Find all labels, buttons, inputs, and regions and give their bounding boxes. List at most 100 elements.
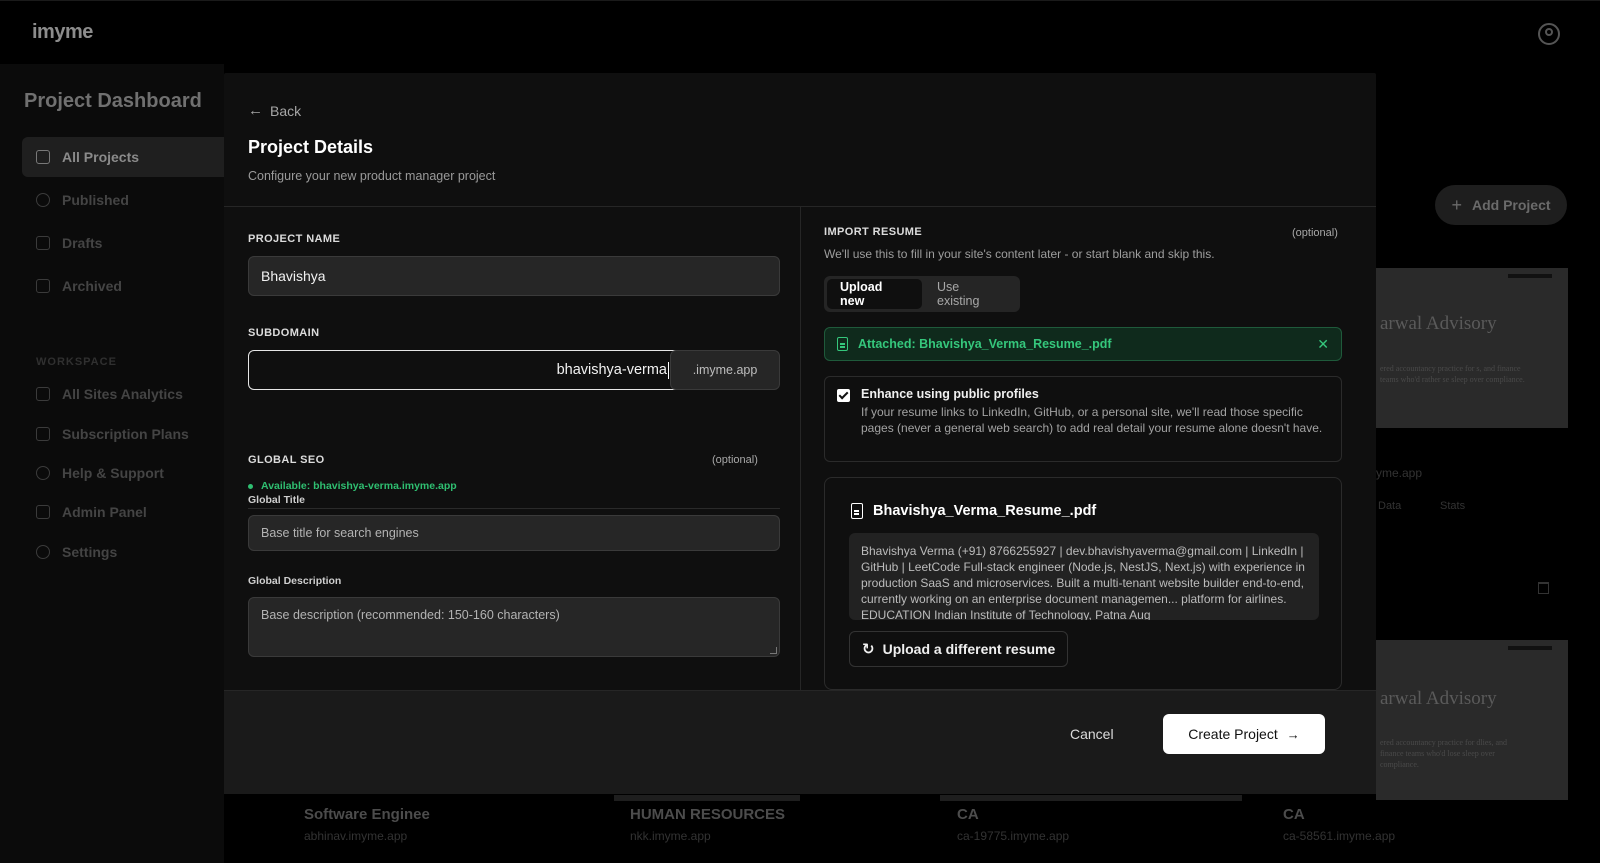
sidebar-item-drafts[interactable]: Drafts (22, 223, 224, 263)
top-bar: imyme (0, 0, 1600, 64)
sidebar-item-label: Drafts (62, 235, 103, 251)
thumbnail-nav-bar (1508, 274, 1552, 278)
subdomain-value: bhavishya-verma (556, 362, 667, 378)
app-logo[interactable]: imyme (32, 21, 93, 44)
resize-handle-icon[interactable] (770, 647, 777, 654)
enhance-option[interactable]: Enhance using public profiles If your re… (824, 376, 1342, 462)
subdomain-suffix: .imyme.app (670, 350, 780, 390)
sidebar-item-label: Subscription Plans (62, 426, 189, 442)
modal-title: Project Details (248, 137, 374, 157)
tab-use-existing[interactable]: Use existing (924, 279, 1017, 309)
optional-tag: (optional) (1292, 227, 1338, 239)
bar-chart-icon (36, 387, 50, 401)
thumbnail-title: arwal Advisory (1380, 688, 1497, 709)
thumbnail-nav-bar (1508, 646, 1552, 650)
sidebar-item-settings[interactable]: Settings (22, 532, 224, 572)
remove-attachment-icon[interactable]: ✕ (1317, 336, 1329, 353)
sidebar-item-label: Archived (62, 278, 122, 294)
global-title-input[interactable]: Base title for search engines (248, 515, 780, 551)
attached-file-text: Attached: Bhavishya_Verma_Resume_.pdf (858, 337, 1112, 351)
arrow-right-icon: → (1286, 726, 1300, 742)
back-label: Back (270, 102, 302, 119)
project-card-url: ca-58561.imyme.app (1283, 829, 1396, 843)
trash-icon[interactable] (1538, 582, 1549, 594)
resume-text-preview: Bhavishya Verma (+91) 8766255927 | dev.b… (849, 533, 1319, 620)
sidebar-item-subscription[interactable]: Subscription Plans (22, 414, 224, 454)
import-resume-description: We'll use this to fill in your site's co… (824, 247, 1215, 261)
plus-icon: + (1451, 194, 1462, 215)
cancel-button[interactable]: Cancel (1070, 726, 1114, 742)
global-description-placeholder: Base description (recommended: 150-160 c… (261, 608, 560, 622)
availability-text: Available: bhavishya-verma.imyme.app (261, 480, 457, 492)
availability-status: Available: bhavishya-verma.imyme.app (248, 480, 457, 492)
resume-source-tabs: Upload new Use existing (824, 276, 1020, 312)
project-card[interactable]: CA ca-19775.imyme.app (957, 806, 1069, 843)
attached-file-banner: Attached: Bhavishya_Verma_Resume_.pdf ✕ (824, 327, 1342, 361)
project-card-title: Software Enginee (304, 806, 430, 823)
create-project-button[interactable]: Create Project → (1163, 714, 1325, 754)
global-seo-label: GLOBAL SEO (248, 454, 325, 466)
card-url: yme.app (1376, 466, 1423, 480)
thumbnail-title: arwal Advisory (1380, 313, 1497, 334)
archive-icon (36, 279, 50, 293)
sidebar-item-all-projects[interactable]: All Projects (22, 137, 224, 177)
user-account-icon[interactable] (1538, 23, 1560, 45)
project-name-input[interactable]: Bhavishya (248, 256, 780, 296)
add-project-label: Add Project (1471, 197, 1551, 213)
optional-tag: (optional) (712, 454, 758, 466)
create-project-label: Create Project (1188, 726, 1278, 742)
project-card-title: CA (1283, 806, 1305, 823)
project-card[interactable]: CA ca-58561.imyme.app (1283, 806, 1395, 843)
sidebar-item-help[interactable]: Help & Support (22, 453, 224, 493)
sidebar-item-admin[interactable]: Admin Panel (22, 492, 224, 532)
resume-file-header: Bhavishya_Verma_Resume_.pdf (851, 503, 1096, 519)
enhance-title: Enhance using public profiles (861, 387, 1039, 401)
file-icon (837, 337, 848, 351)
resume-filename: Bhavishya_Verma_Resume_.pdf (873, 503, 1097, 519)
card-data-link[interactable]: Data (1378, 500, 1401, 512)
enhance-checkbox[interactable] (837, 389, 850, 402)
tab-upload-new[interactable]: Upload new (827, 279, 923, 309)
project-card-title: CA (957, 806, 979, 823)
card-thumbnail-edge (940, 795, 1242, 801)
sidebar: Project Dashboard All Projects Published… (0, 64, 224, 863)
text-caret (668, 361, 669, 379)
project-card[interactable]: HUMAN RESOURCES nkk.imyme.app (630, 806, 785, 843)
sidebar-item-archived[interactable]: Archived (22, 266, 224, 306)
divider (248, 508, 780, 509)
gear-icon (36, 545, 50, 559)
project-card-thumbnail[interactable]: arwal Advisory ered accountancy practice… (1376, 640, 1568, 800)
file-icon (36, 236, 50, 250)
add-project-button[interactable]: + Add Project (1435, 185, 1567, 225)
subdomain-input[interactable]: bhavishya-verma (248, 350, 682, 390)
sidebar-item-label: Admin Panel (62, 504, 147, 520)
sidebar-item-label: Help & Support (62, 465, 164, 481)
project-card-thumbnail[interactable]: arwal Advisory ered accountancy practice… (1376, 268, 1568, 428)
sidebar-item-label: Published (62, 192, 129, 208)
project-card[interactable]: Software Enginee abhinav.imyme.app (304, 806, 430, 843)
global-description-textarea[interactable]: Base description (recommended: 150-160 c… (248, 597, 780, 657)
file-icon (851, 503, 863, 519)
project-card-url: ca-19775.imyme.app (957, 829, 1070, 843)
sidebar-item-published[interactable]: Published (22, 180, 224, 220)
subdomain-label: SUBDOMAIN (248, 327, 320, 339)
modal-subtitle: Configure your new product manager proje… (248, 169, 496, 183)
project-name-label: PROJECT NAME (248, 233, 341, 245)
thumbnail-text: ered accountancy practice for s, and fin… (1380, 364, 1525, 384)
sidebar-item-analytics[interactable]: All Sites Analytics (22, 374, 224, 414)
dashboard-title: Project Dashboard (24, 90, 202, 112)
status-dot-icon (248, 483, 253, 489)
project-card-title: HUMAN RESOURCES (630, 806, 786, 823)
upload-different-label: Upload a different resume (882, 641, 1056, 657)
global-description-label: Global Description (248, 575, 342, 587)
back-button[interactable]: ← Back (248, 102, 301, 119)
project-details-modal: ← Back Project Details Configure your ne… (224, 73, 1376, 794)
arrow-left-icon: ← (248, 102, 263, 119)
upload-different-resume-button[interactable]: ↻ Upload a different resume (849, 631, 1069, 667)
globe-icon (36, 193, 50, 207)
card-stats-link[interactable]: Stats (1440, 500, 1465, 512)
global-title-label: Global Title (248, 494, 305, 506)
credit-card-icon (36, 427, 50, 441)
import-resume-label: IMPORT RESUME (824, 226, 923, 238)
workspace-label: WORKSPACE (36, 356, 117, 368)
